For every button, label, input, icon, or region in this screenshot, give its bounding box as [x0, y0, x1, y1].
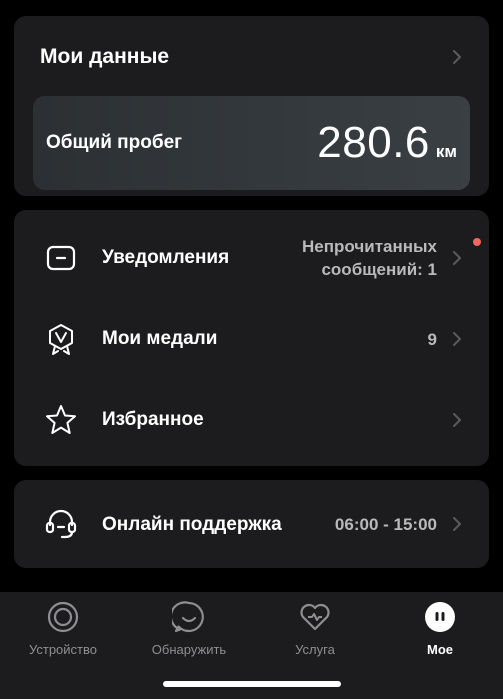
profile-icon	[423, 600, 457, 634]
home-indicator[interactable]	[163, 681, 341, 687]
my-data-header[interactable]: Мои данные	[40, 42, 463, 72]
discover-icon	[172, 600, 206, 634]
tab-label: Обнаружить	[151, 642, 227, 657]
heart-icon	[298, 600, 332, 634]
support-hours: 06:00 - 15:00	[334, 514, 437, 534]
menu-item-label: Мои медали	[102, 328, 218, 349]
menu-item-notifications[interactable]: Уведомления Непрочитанных сообщений: 1	[14, 218, 489, 298]
menu-item-label: Избранное	[102, 409, 204, 430]
menu-item-medals[interactable]: Мои медали 9	[14, 299, 489, 379]
total-mileage-label: Общий пробег	[46, 132, 183, 153]
device-icon	[46, 600, 80, 634]
tab-label: Мое	[427, 642, 453, 657]
unread-messages-count: Непрочитанных сообщений: 1	[302, 237, 437, 279]
menu-item-label: Онлайн поддержка	[102, 513, 282, 535]
menu-card: Уведомления Непрочитанных сообщений: 1 М…	[14, 210, 489, 466]
chevron-right-icon	[451, 50, 463, 64]
medals-count: 9	[427, 329, 437, 349]
tab-service[interactable]: Услуга	[252, 600, 378, 657]
tab-mine[interactable]: Мое	[377, 600, 503, 657]
chevron-right-icon	[451, 251, 463, 265]
support-card: Онлайн поддержка 06:00 - 15:00	[14, 480, 489, 568]
chevron-right-icon	[451, 332, 463, 346]
chevron-right-icon	[451, 413, 463, 427]
total-mileage-unit: км	[435, 142, 457, 161]
screen: Мои данные Общий пробег 280.6 км Уведомл…	[0, 0, 503, 699]
headset-icon	[44, 507, 78, 541]
chevron-right-icon	[451, 517, 463, 531]
tab-label: Устройство	[28, 642, 97, 657]
menu-item-label: Уведомления	[102, 247, 230, 268]
total-mileage-panel: Общий пробег 280.6 км	[33, 96, 470, 190]
menu-item-online-support[interactable]: Онлайн поддержка 06:00 - 15:00	[14, 484, 489, 564]
tab-label: Услуга	[295, 642, 335, 657]
total-mileage-value: 280.6	[317, 118, 430, 167]
unread-badge	[473, 238, 481, 246]
my-data-title: Мои данные	[40, 45, 170, 68]
menu-item-favorites[interactable]: Избранное	[14, 380, 489, 460]
message-icon	[44, 241, 78, 275]
total-mileage-readout: 280.6 км	[317, 118, 457, 168]
tab-device[interactable]: Устройство	[0, 600, 126, 657]
tab-discover[interactable]: Обнаружить	[126, 600, 252, 657]
my-data-card[interactable]: Мои данные Общий пробег 280.6 км	[14, 16, 489, 196]
medal-icon	[44, 322, 78, 356]
star-icon	[44, 403, 78, 437]
